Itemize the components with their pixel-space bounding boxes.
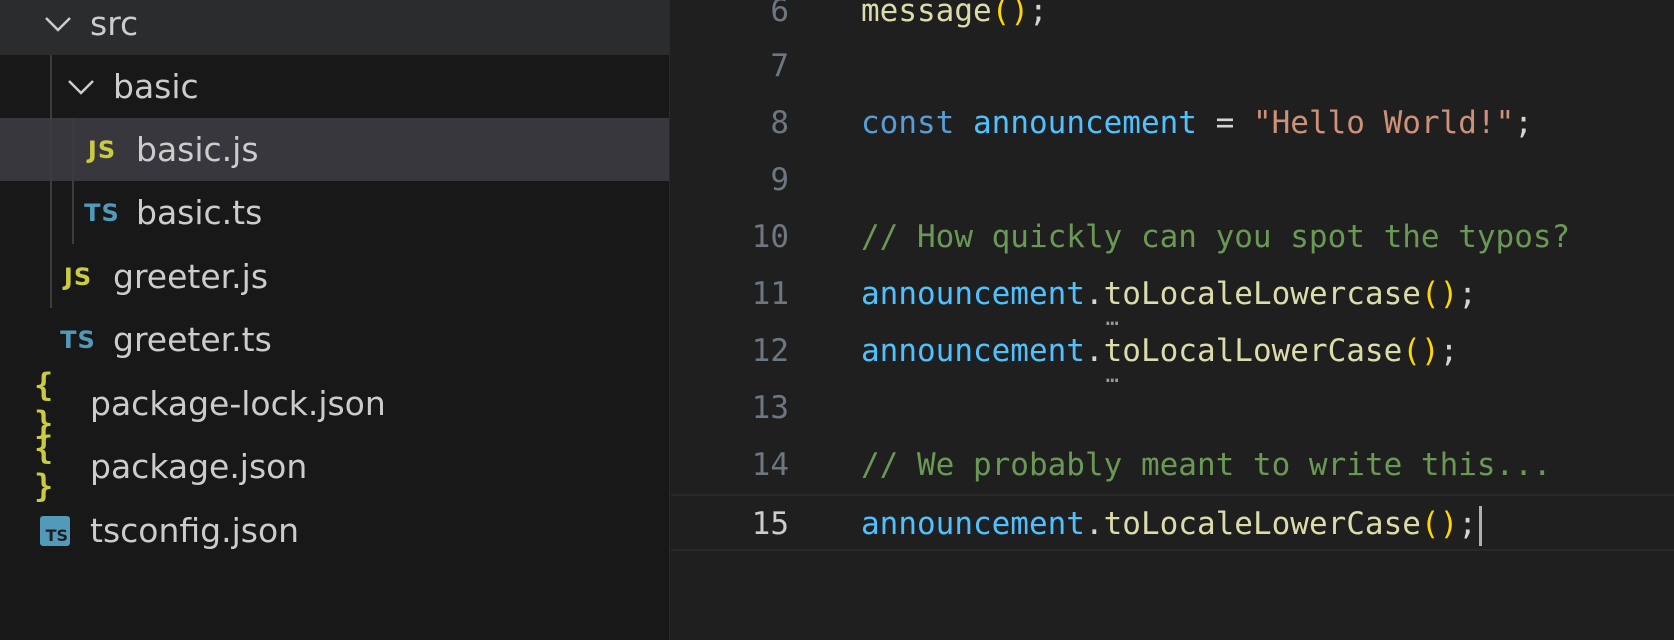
tree-label: package-lock.json [90,384,386,423]
tree-label: basic.js [136,130,259,169]
chevron-down-icon [40,0,76,55]
chevron-down-icon [63,55,99,118]
typo-hint: to [1104,276,1141,312]
tree-file-greeter-ts[interactable]: TS greeter.ts [0,308,669,371]
tsconfig-file-icon: TS [38,499,72,562]
js-file-icon: JS [87,135,117,164]
text-cursor [1478,505,1482,546]
tree-file-basic-ts[interactable]: TS basic.ts [0,181,669,244]
json-file-icon: { } [34,428,54,505]
line-number: 10 [751,219,789,255]
line-number: 8 [770,105,789,141]
code-line: 9 [671,152,1674,209]
code-line: 10 // How quickly can you spot the typos… [671,209,1674,266]
line-number: 13 [751,390,789,426]
tree-file-tsconfig-json[interactable]: TS tsconfig.json [0,499,669,562]
current-code-line: 15 announcement.toLocaleLowerCase(); [671,494,1674,551]
tree-folder-src[interactable]: src [0,0,669,55]
code-line: 12 announcement.toLocalLowerCase(); [671,323,1674,380]
tree-file-greeter-js[interactable]: JS greeter.js [0,245,669,308]
indent-guide [50,55,52,308]
explorer-sidebar: src basic JS basic.js TS basic.ts JS gre… [0,0,670,640]
code-editor[interactable]: 6 message(); 7 8 const announcement = "H… [671,0,1674,640]
tree-label: package.json [90,447,308,486]
ts-file-icon: TS [60,325,96,354]
line-number: 15 [751,506,789,542]
code-text: const announcement = "Hello World!"; [861,105,1533,141]
line-number: 9 [770,162,789,198]
tree-label: basic [113,67,199,106]
tree-folder-basic[interactable]: basic [0,55,669,118]
code-line: 13 [671,380,1674,437]
code-line: 8 const announcement = "Hello World!"; [671,95,1674,152]
code-comment: // How quickly can you spot the typos? [861,219,1571,255]
typo-hint: to [1104,333,1141,369]
code-text: message(); [861,0,1048,29]
tree-label: basic.ts [136,193,263,232]
tree-file-package-lock-json[interactable]: { } package-lock.json [0,365,669,442]
code-text: announcement.toLocaleLowercase(); [861,266,1477,323]
tree-file-basic-js[interactable]: JS basic.js [0,118,669,181]
tree-label: greeter.js [113,257,269,296]
tree-label: src [90,4,139,43]
tree-file-package-json[interactable]: { } package.json [0,428,669,505]
code-line: 14 // We probably meant to write this... [671,437,1674,494]
line-number: 12 [751,333,789,369]
code-comment: // We probably meant to write this... [861,447,1552,483]
line-number: 7 [770,48,789,84]
code-line: 6 message(); [671,0,1674,40]
line-number: 11 [751,276,789,312]
code-text: announcement.toLocaleLowerCase(); [861,496,1482,553]
indent-guide [72,118,74,244]
tree-label: greeter.ts [113,320,272,359]
js-file-icon: JS [63,262,93,291]
code-line: 11 announcement.toLocaleLowercase(); [671,266,1674,323]
json-file-icon: { } [34,365,54,442]
line-number: 6 [770,0,789,29]
code-text: announcement.toLocalLowerCase(); [861,323,1458,380]
ts-file-icon: TS [84,198,120,227]
line-number: 14 [751,447,789,483]
tree-label: tsconfig.json [90,511,300,550]
code-line: 7 [671,38,1674,95]
